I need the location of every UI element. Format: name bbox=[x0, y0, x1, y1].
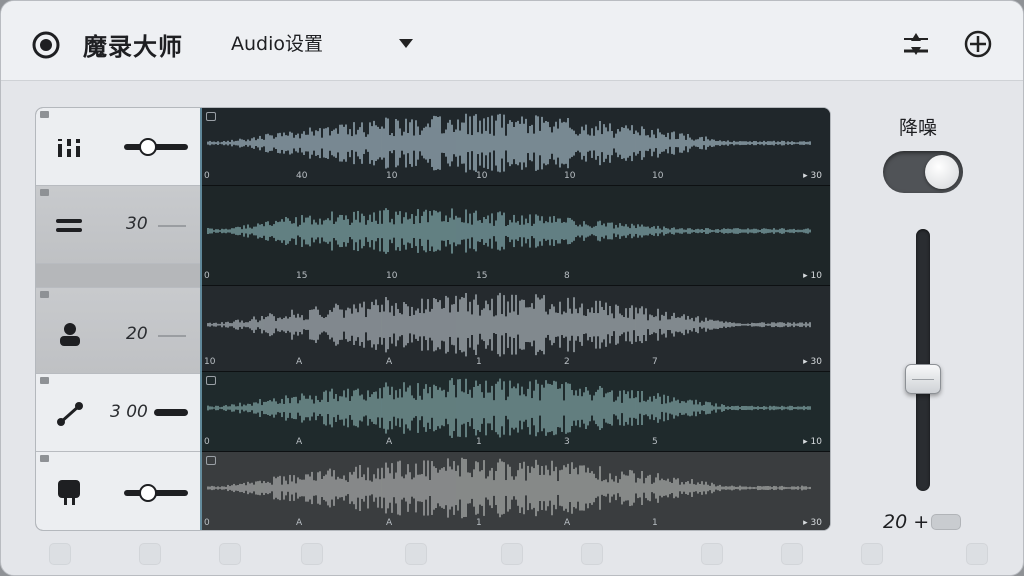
time-tick-label: 3 bbox=[564, 437, 570, 447]
track-1-waveform[interactable]: 0 40 10 10 10 10 ▸ 30 bbox=[200, 108, 830, 186]
time-tick-label: A bbox=[386, 437, 393, 447]
track-2-waveform[interactable]: 0 15 10 15 8 ▸ 10 bbox=[200, 186, 830, 286]
audio-settings-label: Audio设置 bbox=[231, 33, 324, 55]
time-tick-label: 5 bbox=[652, 437, 658, 447]
dock-button[interactable] bbox=[781, 543, 803, 565]
dock-button[interactable] bbox=[701, 543, 723, 565]
track-end-label: ▸ 30 bbox=[803, 518, 822, 528]
crosshair-icon[interactable] bbox=[963, 29, 993, 59]
track-end-label: ▸ 30 bbox=[803, 357, 822, 367]
time-tick-label: 0 bbox=[204, 171, 210, 181]
track-1-slider[interactable] bbox=[124, 136, 188, 158]
app-window: 魔录大师 Audio设置 0 40 10 10 10 10 ▸ 30 30 0 … bbox=[0, 0, 1024, 576]
time-tick-label: 1 bbox=[476, 357, 482, 367]
noise-reduction-label: 降噪 bbox=[899, 117, 938, 139]
time-tick-label: 40 bbox=[296, 171, 308, 181]
track-2-controls: 30 bbox=[36, 186, 200, 264]
track-4-waveform[interactable]: 0 A A 1 3 5 ▸ 10 bbox=[200, 372, 830, 452]
menu-lines-icon[interactable] bbox=[52, 207, 88, 243]
noise-level-button[interactable] bbox=[931, 514, 961, 530]
audio-settings-dropdown[interactable]: Audio设置 bbox=[231, 29, 413, 59]
time-tick-label: 7 bbox=[652, 357, 658, 367]
noise-reduction-toggle[interactable] bbox=[883, 151, 963, 193]
time-tick-label: 0 bbox=[204, 518, 210, 528]
dock-button[interactable] bbox=[301, 543, 323, 565]
dock-button[interactable] bbox=[139, 543, 161, 565]
time-tick-label: 15 bbox=[476, 271, 488, 281]
time-tick-label: A bbox=[296, 437, 303, 447]
waveform-2 bbox=[207, 208, 811, 254]
time-tick-label: 10 bbox=[564, 171, 576, 181]
value-divider bbox=[158, 225, 186, 227]
noise-level-slider-track[interactable] bbox=[916, 229, 930, 491]
track-4-bar bbox=[154, 409, 188, 416]
track-3-waveform[interactable]: 10 A A 1 2 7 ▸ 30 bbox=[200, 286, 830, 372]
track-4-controls: 3 00 bbox=[36, 374, 200, 452]
playhead[interactable] bbox=[200, 108, 202, 530]
record-icon[interactable] bbox=[31, 30, 61, 60]
time-tick-label: 10 bbox=[386, 271, 398, 281]
time-tick-label: 2 bbox=[564, 357, 570, 367]
person-icon[interactable] bbox=[52, 316, 88, 352]
time-tick-label: 1 bbox=[476, 437, 482, 447]
time-tick-label: 10 bbox=[652, 171, 664, 181]
plug-icon[interactable] bbox=[52, 474, 88, 510]
time-tick-label: A bbox=[564, 518, 571, 528]
track-flag-icon bbox=[40, 291, 49, 298]
dock-button[interactable] bbox=[581, 543, 603, 565]
chevron-down-icon bbox=[399, 39, 413, 48]
time-tick-label: 1 bbox=[652, 518, 658, 528]
track-1-controls bbox=[36, 108, 200, 186]
connect-icon[interactable] bbox=[52, 396, 88, 432]
dock-button[interactable] bbox=[219, 543, 241, 565]
time-tick-label: 10 bbox=[476, 171, 488, 181]
track-flag-icon bbox=[40, 111, 49, 118]
sliders-icon[interactable] bbox=[901, 29, 931, 59]
waveform-4 bbox=[207, 378, 811, 438]
bottom-dock bbox=[1, 535, 1023, 575]
time-tick-label: A bbox=[386, 357, 393, 367]
dock-button[interactable] bbox=[966, 543, 988, 565]
time-tick-label: A bbox=[296, 518, 303, 528]
toggle-knob bbox=[925, 155, 959, 189]
equalizer-icon[interactable] bbox=[52, 129, 88, 165]
track-end-label: ▸ 10 bbox=[803, 271, 822, 281]
value-divider bbox=[158, 335, 186, 337]
waveform-3 bbox=[207, 292, 811, 357]
track-5-controls bbox=[36, 452, 200, 530]
track-5-waveform[interactable]: 0 A A 1 A 1 ▸ 30 bbox=[200, 452, 830, 530]
time-tick-label: 15 bbox=[296, 271, 308, 281]
time-tick-label: A bbox=[386, 518, 393, 528]
noise-level-slider-thumb[interactable] bbox=[905, 363, 941, 394]
track-2-value[interactable]: 30 bbox=[126, 214, 148, 234]
dock-button[interactable] bbox=[49, 543, 71, 565]
time-tick-label: 8 bbox=[564, 271, 570, 281]
track-flag-icon bbox=[40, 377, 49, 384]
time-tick-label: 0 bbox=[204, 271, 210, 281]
dock-button[interactable] bbox=[405, 543, 427, 565]
time-tick-label: 0 bbox=[204, 437, 210, 447]
track-flag-icon bbox=[40, 455, 49, 462]
time-tick-label: 1 bbox=[476, 518, 482, 528]
track-4-value[interactable]: 3 00 bbox=[110, 402, 148, 422]
track-flag-icon bbox=[40, 189, 49, 196]
waveform-1 bbox=[207, 113, 811, 173]
track-2-subrow bbox=[36, 264, 200, 288]
track-end-label: ▸ 30 bbox=[803, 171, 822, 181]
dock-button[interactable] bbox=[861, 543, 883, 565]
waveform-5 bbox=[207, 457, 811, 519]
track-end-label: ▸ 10 bbox=[803, 437, 822, 447]
app-title: 魔录大师 bbox=[83, 33, 183, 61]
top-bar: 魔录大师 Audio设置 bbox=[1, 1, 1023, 81]
time-tick-label: 10 bbox=[204, 357, 216, 367]
tracks-panel: 0 40 10 10 10 10 ▸ 30 30 0 15 10 15 8 ▸ 10 20 10 A A 1… bbox=[35, 107, 831, 531]
noise-level-value: 20 + bbox=[883, 511, 930, 533]
time-tick-label: A bbox=[296, 357, 303, 367]
dock-button[interactable] bbox=[501, 543, 523, 565]
track-3-controls: 20 bbox=[36, 288, 200, 374]
track-5-slider[interactable] bbox=[124, 482, 188, 504]
track-3-value[interactable]: 20 bbox=[126, 324, 148, 344]
time-tick-label: 10 bbox=[386, 171, 398, 181]
